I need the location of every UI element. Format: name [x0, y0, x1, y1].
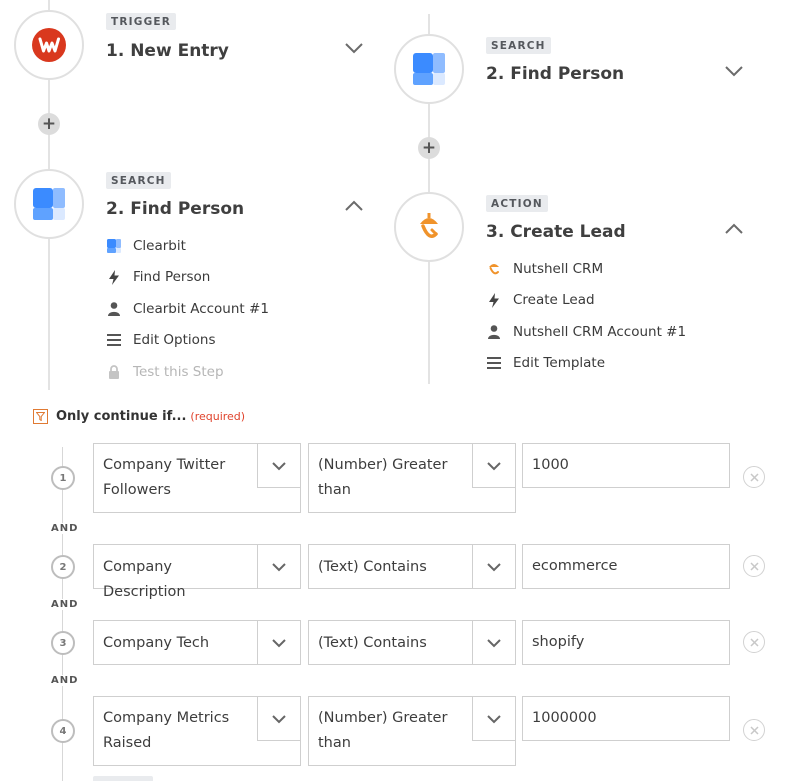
condition-4-remove-button[interactable] [743, 719, 765, 741]
close-icon [749, 472, 759, 482]
close-icon [749, 725, 759, 735]
condition-3-remove-button[interactable] [743, 631, 765, 653]
step-3-title[interactable]: 3. Create Lead [486, 222, 626, 242]
condition-1-operator-select[interactable]: (Number) Greater than [308, 443, 516, 513]
step-2-left-icon-circle[interactable] [14, 169, 84, 239]
chevron-down-icon [487, 714, 501, 723]
condition-3-field-select[interactable]: Company Tech [93, 620, 301, 665]
and-connector-1: AND [49, 523, 81, 534]
step-1-icon-circle[interactable] [14, 10, 84, 80]
step-2-right-icon-circle[interactable] [394, 34, 464, 104]
wufoo-logo-icon [32, 28, 66, 62]
chevron-down-icon [487, 638, 501, 647]
condition-1-number: 1 [51, 466, 75, 490]
condition-3-operator-value: (Text) Contains [318, 635, 427, 651]
nutshell-app-icon [489, 264, 499, 275]
step-3-icon-circle[interactable] [394, 192, 464, 262]
step-2-left-title[interactable]: 2. Find Person [106, 199, 244, 219]
step-2-test-item: Test this Step [106, 364, 224, 380]
step-2-right-badge: SEARCH [486, 37, 551, 54]
chevron-down-icon [487, 461, 501, 470]
step-2-account-label: Clearbit Account #1 [133, 301, 269, 317]
condition-4-operator-select[interactable]: (Number) Greater than [308, 696, 516, 766]
condition-4-operator-value: (Number) Greater than [318, 710, 448, 751]
and-connector-2: AND [49, 599, 81, 610]
step-2-app-item[interactable]: Clearbit [106, 238, 186, 254]
chevron-down-icon [272, 714, 286, 723]
step-3-template-item[interactable]: Edit Template [486, 355, 605, 371]
step-2-options-label: Edit Options [133, 332, 216, 348]
condition-4-field-select[interactable]: Company Metrics Raised [93, 696, 301, 766]
condition-1-remove-button[interactable] [743, 466, 765, 488]
filter-icon [36, 412, 45, 421]
step-3-event-label: Create Lead [513, 292, 595, 308]
condition-2-remove-button[interactable] [743, 555, 765, 577]
chevron-down-icon [272, 461, 286, 470]
step-2-test-label: Test this Step [133, 364, 224, 380]
close-icon [749, 637, 759, 647]
condition-4-number: 4 [51, 719, 75, 743]
clearbit-app-icon [107, 239, 121, 253]
user-icon [108, 302, 120, 316]
required-label: (required) [190, 410, 246, 423]
filter-label: Only continue if... [56, 409, 187, 424]
chevron-up-icon[interactable] [343, 199, 365, 213]
condition-4-value-input[interactable]: 1000000 [522, 696, 730, 741]
user-icon [488, 325, 500, 339]
condition-2-value-input[interactable]: ecommerce [522, 544, 730, 589]
step-3-badge: ACTION [486, 195, 548, 212]
condition-2-number: 2 [51, 555, 75, 579]
step-1-title[interactable]: 1. New Entry [106, 41, 229, 61]
add-step-button[interactable]: + [418, 137, 440, 159]
condition-2-field-select[interactable]: Company Description [93, 544, 301, 600]
condition-1-value-input[interactable]: 1000 [522, 443, 730, 488]
close-icon [749, 561, 759, 571]
step-3-event-item[interactable]: Create Lead [486, 292, 595, 308]
lock-icon [109, 365, 119, 379]
chevron-down-icon[interactable] [723, 64, 745, 78]
bolt-icon [489, 292, 499, 308]
nutshell-logo-icon [420, 213, 438, 238]
chevron-down-icon[interactable] [343, 41, 365, 55]
step-2-event-label: Find Person [133, 269, 211, 285]
step-3-app-item[interactable]: Nutshell CRM [486, 261, 603, 277]
step-2-app-label: Clearbit [133, 238, 186, 254]
and-connector-3: AND [49, 675, 81, 686]
condition-3-field-value: Company Tech [103, 635, 210, 651]
step-2-event-item[interactable]: Find Person [106, 269, 210, 285]
list-icon [487, 357, 501, 369]
step-3-app-label: Nutshell CRM [513, 261, 604, 277]
step-3-account-item[interactable]: Nutshell CRM Account #1 [486, 324, 686, 340]
bolt-icon [109, 269, 119, 285]
add-step-button[interactable]: + [38, 113, 60, 135]
condition-3-number: 3 [51, 631, 75, 655]
condition-1-field-value: Company Twitter Followers [103, 457, 226, 498]
condition-4-field-value: Company Metrics Raised [103, 710, 230, 751]
filter-header: Only continue if... (required) [33, 409, 245, 424]
condition-3-operator-select[interactable]: (Text) Contains [308, 620, 516, 665]
clearbit-logo-icon [413, 53, 445, 85]
list-icon [107, 334, 121, 346]
step-3-template-label: Edit Template [513, 355, 606, 371]
step-2-options-item[interactable]: Edit Options [106, 332, 216, 348]
condition-2-operator-value: (Text) Contains [318, 559, 427, 575]
condition-1-operator-value: (Number) Greater than [318, 457, 448, 498]
chevron-down-icon [272, 638, 286, 647]
step-2-right-title[interactable]: 2. Find Person [486, 64, 624, 84]
step-2-left-badge: SEARCH [106, 172, 171, 189]
step-1-badge: TRIGGER [106, 13, 177, 30]
clearbit-logo-icon [33, 188, 65, 220]
condition-1-field-select[interactable]: Company Twitter Followers [93, 443, 301, 513]
condition-2-field-value: Company Description [103, 559, 186, 600]
chevron-down-icon [272, 562, 286, 571]
chevron-down-icon [487, 562, 501, 571]
condition-2-operator-select[interactable]: (Text) Contains [308, 544, 516, 589]
next-badge-partial [93, 776, 153, 781]
chevron-up-icon[interactable] [723, 222, 745, 236]
step-3-account-label: Nutshell CRM Account #1 [513, 324, 687, 340]
condition-3-value-input[interactable]: shopify [522, 620, 730, 665]
step-2-account-item[interactable]: Clearbit Account #1 [106, 301, 269, 317]
